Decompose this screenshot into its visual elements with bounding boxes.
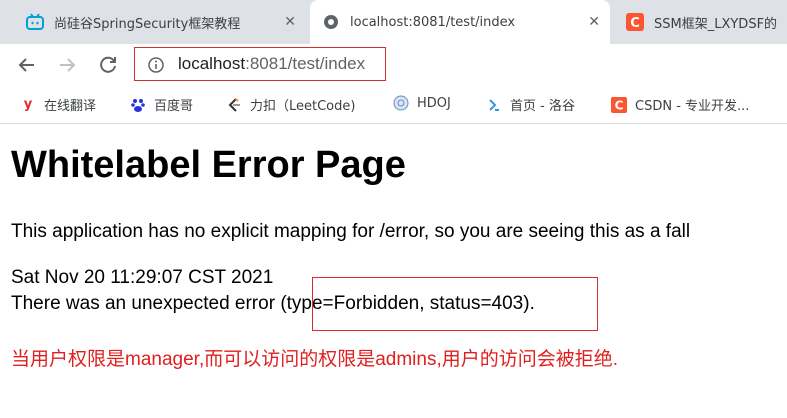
bookmark-baidu[interactable]: 百度哥 bbox=[130, 95, 193, 114]
close-tab-icon[interactable]: ✕ bbox=[588, 14, 600, 30]
youdao-icon: y bbox=[23, 97, 33, 112]
bookmark-label: 首页 - 洛谷 bbox=[510, 99, 575, 114]
url-path: :8081/test/index bbox=[245, 54, 366, 73]
error-detail-highlight bbox=[312, 277, 598, 331]
bookmark-label: 百度哥 bbox=[154, 99, 194, 114]
csdn-icon: C bbox=[611, 96, 627, 113]
tab-title: SSM框架_LXYDSF的 bbox=[654, 16, 778, 32]
annotation-note: 当用户权限是manager,而可以访问的权限是admins,用户的访问会被拒绝. bbox=[11, 349, 619, 370]
url-host: localhost bbox=[178, 54, 246, 73]
back-arrow-icon[interactable] bbox=[15, 53, 39, 77]
csdn-icon: C bbox=[626, 13, 644, 31]
browser-toolbar bbox=[0, 44, 787, 86]
svg-text:C: C bbox=[630, 16, 640, 31]
leetcode-icon bbox=[226, 97, 242, 113]
error-timestamp: Sat Nov 20 11:29:07 CST 2021 bbox=[11, 267, 274, 288]
bookmark-youdao[interactable]: y 在线翻译 bbox=[20, 95, 96, 114]
svg-text:C: C bbox=[615, 98, 624, 112]
bilibili-icon bbox=[26, 13, 44, 31]
bookmark-leetcode[interactable]: 力扣（LeetCode) bbox=[226, 95, 355, 114]
tab-title: 尚硅谷SpringSecurity框架教程 bbox=[54, 16, 241, 32]
tab-springsecurity[interactable]: 尚硅谷SpringSecurity框架教程 ✕ bbox=[14, 0, 306, 44]
tab-localhost-active[interactable]: localhost:8081/test/index ✕ bbox=[310, 0, 610, 44]
tab-title: localhost:8081/test/index bbox=[350, 14, 516, 30]
baidu-icon bbox=[130, 97, 146, 113]
address-url[interactable]: localhost:8081/test/index bbox=[178, 54, 365, 74]
site-info-icon[interactable] bbox=[148, 57, 164, 73]
reload-icon[interactable] bbox=[96, 53, 120, 77]
error-description: This application has no explicit mapping… bbox=[11, 221, 691, 242]
bookmark-label: 在线翻译 bbox=[44, 99, 97, 114]
luogu-icon bbox=[486, 97, 502, 113]
bookmark-hdoj[interactable]: HDOJ bbox=[393, 95, 451, 111]
error-prefix: There was an unexpected error bbox=[11, 293, 281, 314]
bookmark-csdn[interactable]: C CSDN - 专业开发... bbox=[611, 95, 749, 114]
tab-ssm[interactable]: C SSM框架_LXYDSF的 bbox=[614, 0, 787, 44]
bookmark-label: CSDN - 专业开发... bbox=[635, 99, 750, 114]
bookmarks-bar: y 在线翻译 百度哥 力扣（LeetCode) HDOJ 首页 - 洛谷 C C… bbox=[0, 86, 787, 124]
bookmark-luogu[interactable]: 首页 - 洛谷 bbox=[486, 95, 575, 114]
page-content: Whitelabel Error Page This application h… bbox=[0, 124, 787, 418]
globe-icon bbox=[322, 13, 340, 31]
close-tab-icon[interactable]: ✕ bbox=[284, 14, 296, 30]
bookmark-label: 力扣（LeetCode) bbox=[250, 99, 356, 114]
page-title: Whitelabel Error Page bbox=[11, 144, 406, 186]
bookmark-label: HDOJ bbox=[417, 95, 451, 111]
tab-strip: 尚硅谷SpringSecurity框架教程 ✕ localhost:8081/t… bbox=[0, 0, 787, 44]
hdoj-icon bbox=[393, 95, 409, 111]
forward-arrow-icon[interactable] bbox=[55, 53, 79, 77]
